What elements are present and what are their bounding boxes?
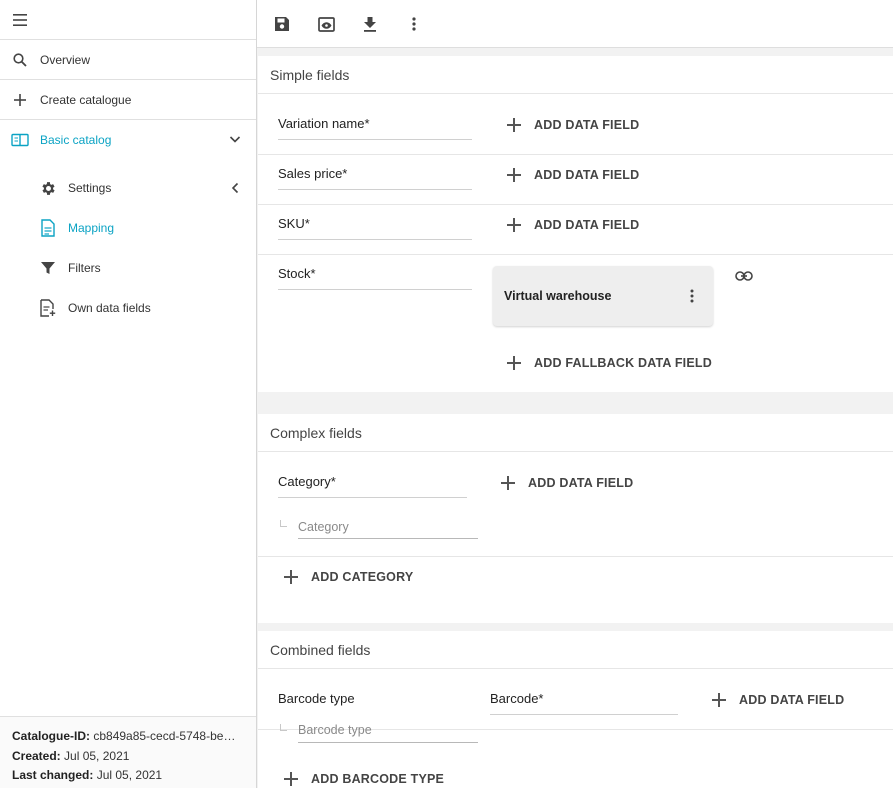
sidebar-item-label: Settings	[68, 181, 112, 195]
search-icon	[12, 52, 28, 68]
sku-underline	[278, 239, 472, 240]
category-sub-input[interactable]: Category	[298, 520, 349, 534]
chevron-down-icon[interactable]	[229, 133, 241, 148]
link-icon[interactable]	[735, 269, 753, 284]
row-divider	[258, 556, 893, 557]
plus-icon	[507, 168, 521, 182]
combined-fields-card: Combined fields Barcode type Barcode* AD…	[258, 631, 893, 788]
catalogue-id-line: Catalogue-ID: cb849a85-cecd-5748-be…	[12, 729, 236, 743]
add-category-button[interactable]: ADD CATEGORY	[284, 570, 413, 584]
sales-price-label: Sales price*	[278, 166, 348, 181]
sidebar-item-label: Mapping	[68, 221, 115, 235]
plus-icon	[507, 356, 521, 370]
sidebar-item-label: Create catalogue	[40, 92, 132, 107]
add-data-field-button[interactable]: ADD DATA FIELD	[507, 118, 639, 132]
category-sub-underline	[298, 538, 478, 539]
add-barcode-type-button[interactable]: ADD BARCODE TYPE	[284, 772, 444, 786]
catalogue-info: Catalogue-ID: cb849a85-cecd-5748-be… Cre…	[0, 716, 256, 788]
data-field-chip[interactable]: Virtual warehouse	[493, 266, 713, 326]
add-data-field-button[interactable]: ADD DATA FIELD	[507, 218, 639, 232]
sidebar-item-label: Basic catalog	[40, 133, 112, 147]
main-content: Simple fields Variation name* ADD DATA F…	[257, 0, 893, 788]
sku-label: SKU*	[278, 216, 310, 231]
download-icon[interactable]	[358, 12, 382, 36]
stock-label: Stock*	[278, 266, 316, 281]
sidebar: Overview Create catalogue Basic catalog …	[0, 0, 257, 788]
barcode-type-sub-input[interactable]: Barcode type	[298, 723, 372, 737]
barcode-type-sub-underline	[298, 742, 478, 743]
gear-icon	[39, 179, 57, 197]
plus-icon	[507, 218, 521, 232]
sidebar-subitem-filters[interactable]: Filters	[0, 248, 256, 288]
simple-fields-title: Simple fields	[258, 56, 893, 94]
variation-name-underline	[278, 139, 472, 140]
preview-icon[interactable]	[314, 12, 338, 36]
add-fallback-data-field-button[interactable]: ADD FALLBACK DATA FIELD	[507, 356, 712, 370]
sidebar-subitem-mapping[interactable]: Mapping	[0, 208, 256, 248]
document-add-icon	[39, 299, 57, 317]
filter-icon	[39, 259, 57, 277]
simple-fields-card: Simple fields Variation name* ADD DATA F…	[258, 56, 893, 392]
plus-icon	[284, 772, 298, 786]
sidebar-item-overview[interactable]: Overview	[0, 40, 256, 80]
sidebar-item-basic-catalog[interactable]: Basic catalog	[0, 120, 256, 160]
more-vert-icon[interactable]	[690, 289, 694, 306]
sub-field-indent-icon	[280, 724, 287, 731]
plus-icon	[501, 476, 515, 490]
sidebar-item-label: Filters	[68, 261, 101, 275]
sales-price-underline	[278, 189, 472, 190]
category-underline	[278, 497, 467, 498]
chevron-left-icon[interactable]	[230, 182, 240, 197]
complex-fields-card: Complex fields Category* ADD DATA FIELD …	[258, 414, 893, 623]
sidebar-item-label: Own data fields	[68, 301, 151, 315]
plus-icon	[507, 118, 521, 132]
add-data-field-button[interactable]: ADD DATA FIELD	[501, 476, 633, 490]
hamburger-menu-icon[interactable]	[12, 12, 28, 28]
sidebar-subitem-own-data-fields[interactable]: Own data fields	[0, 288, 256, 328]
plus-icon	[12, 92, 28, 108]
plus-icon	[284, 570, 298, 584]
barcode-underline	[490, 714, 678, 715]
sidebar-item-label: Overview	[40, 52, 91, 67]
variation-name-label: Variation name*	[278, 116, 370, 131]
sidebar-subitem-settings[interactable]: Settings	[0, 168, 256, 208]
toolbar	[257, 0, 893, 48]
sidebar-item-create-catalogue[interactable]: Create catalogue	[0, 80, 256, 120]
row-divider	[258, 254, 893, 255]
sidebar-menu-row	[0, 0, 256, 40]
document-icon	[39, 219, 57, 237]
complex-fields-title: Complex fields	[258, 414, 893, 452]
more-vert-icon[interactable]	[402, 12, 426, 36]
created-line: Created: Jul 05, 2021	[12, 748, 130, 763]
book-icon	[11, 132, 29, 148]
row-divider	[258, 204, 893, 205]
combined-fields-title: Combined fields	[258, 631, 893, 669]
add-data-field-button[interactable]: ADD DATA FIELD	[712, 693, 844, 707]
barcode-label: Barcode*	[490, 691, 544, 706]
category-label: Category*	[278, 474, 336, 489]
barcode-type-label: Barcode type	[278, 691, 355, 706]
sub-field-indent-icon	[280, 520, 287, 527]
add-data-field-button[interactable]: ADD DATA FIELD	[507, 168, 639, 182]
last-changed-line: Last changed: Jul 05, 2021	[12, 768, 163, 782]
stock-underline	[278, 289, 472, 290]
app-root: Overview Create catalogue Basic catalog …	[0, 0, 893, 788]
plus-icon	[712, 693, 726, 707]
row-divider	[258, 154, 893, 155]
save-icon[interactable]	[270, 12, 294, 36]
chip-label: Virtual warehouse	[504, 289, 612, 303]
